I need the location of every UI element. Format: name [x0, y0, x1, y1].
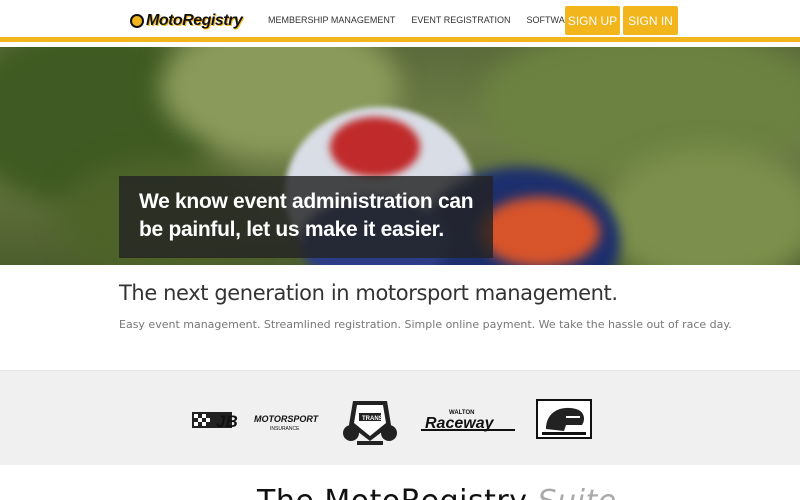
logo-icon — [130, 14, 144, 28]
jb-motorsport-logo[interactable]: JB MOTORSPORT INSURANCE — [192, 406, 320, 434]
nav-membership-management[interactable]: Membership Management — [268, 15, 395, 25]
suite-title-main: The MotoRegistry — [257, 484, 528, 500]
nav-event-registration[interactable]: Event Registration — [411, 15, 510, 25]
suite-title-light: Suite — [538, 484, 617, 500]
walton-trans-logo[interactable]: TRANS — [341, 395, 399, 447]
svg-text:INSURANCE: INSURANCE — [270, 426, 300, 432]
svg-text:JB: JB — [216, 412, 238, 431]
sign-up-button[interactable]: Sign Up — [565, 6, 620, 35]
intro-title: The next generation in motorsport manage… — [119, 281, 618, 305]
svg-text:MOTORSPORT: MOTORSPORT — [254, 414, 320, 424]
hero-caption: We know event administration can be pain… — [139, 190, 474, 241]
hero-caption-box: We know event administration can be pain… — [119, 176, 493, 258]
walton-raceway-logo[interactable]: WALTON Raceway — [421, 406, 517, 432]
svg-text:TRANS: TRANS — [362, 416, 383, 422]
site-header: MotoRegistry Membership Management Event… — [0, 0, 800, 42]
main-nav: Membership Management Event Registration… — [268, 15, 593, 25]
logo-text: MotoRegistry — [146, 12, 243, 29]
helmet-logo[interactable] — [536, 399, 592, 439]
sign-in-button[interactable]: Sign In — [623, 6, 678, 35]
partner-logos-strip: JB MOTORSPORT INSURANCE TRANS WALTON Rac… — [0, 370, 800, 465]
motoregistry-logo[interactable]: MotoRegistry — [130, 11, 252, 31]
suite-title: The MotoRegistry Suite — [257, 484, 617, 500]
hero-banner: We know event administration can be pain… — [0, 47, 800, 265]
intro-subtitle: Easy event management. Streamlined regis… — [119, 318, 732, 331]
